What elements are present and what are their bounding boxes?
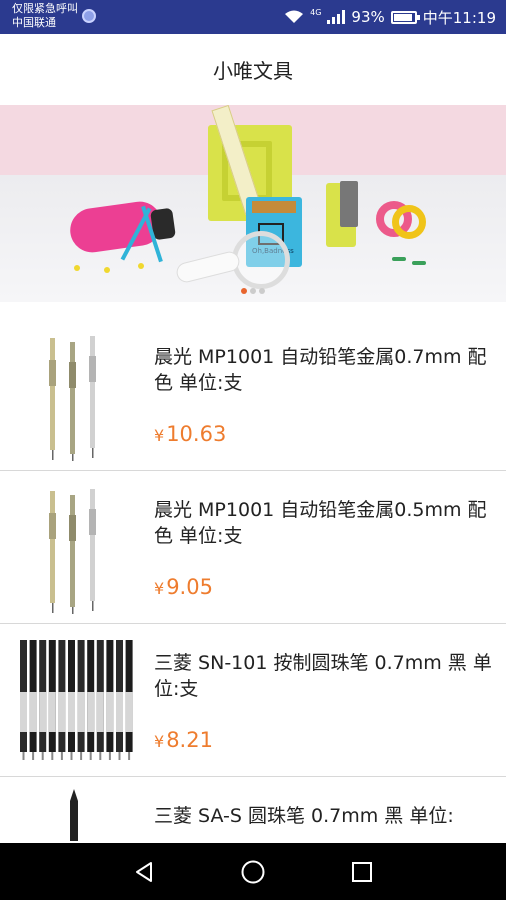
status-bar: 仅限紧急呼叫 中国联通 4G 93% 中午11:19: [0, 0, 506, 34]
app-header: 小唯文具: [0, 34, 506, 105]
product-price: ¥8.21: [154, 728, 213, 752]
product-name: 晨光 MP1001 自动铅笔金属0.5mm 配色 单位:支: [154, 499, 487, 547]
clock: 中午11:19: [422, 8, 496, 27]
battery-percent: 93%: [351, 8, 385, 26]
product-name: 晨光 MP1001 自动铅笔金属0.7mm 配色 单位:支: [154, 346, 487, 394]
home-button[interactable]: [238, 857, 268, 887]
carousel-indicator: [0, 288, 506, 294]
product-image-mechanical-pencils: [49, 336, 96, 461]
product-item[interactable]: 晨光 MP1001 自动铅笔金属0.5mm 配色 单位:支 ¥9.05: [0, 471, 506, 624]
recents-icon: [351, 861, 372, 882]
page-title: 小唯文具: [213, 59, 293, 83]
currency-symbol: ¥: [154, 732, 165, 751]
wifi-icon: [285, 10, 304, 23]
product-name: 三菱 SA-S 圆珠笔 0.7mm 黑 单位:: [154, 805, 454, 827]
product-image-mechanical-pencils: [49, 489, 96, 614]
currency-symbol: ¥: [154, 426, 165, 445]
carrier-line-2: 中国联通: [12, 16, 56, 29]
product-item[interactable]: 三菱 SN-101 按制圆珠笔 0.7mm 黑 单位:支 ¥8.21: [0, 624, 506, 777]
product-list: 晨光 MP1001 自动铅笔金属0.7mm 配色 单位:支 ¥10.63 晨光 …: [0, 318, 506, 900]
currency-symbol: ¥: [154, 579, 165, 598]
app-notification-icon: [82, 9, 96, 23]
back-icon: [136, 861, 153, 882]
price-value: 10.63: [166, 422, 227, 446]
banner-carousel[interactable]: Oh,Badness: [0, 105, 506, 302]
product-price: ¥9.05: [154, 575, 213, 599]
product-item[interactable]: 晨光 MP1001 自动铅笔金属0.7mm 配色 单位:支 ¥10.63: [0, 318, 506, 471]
battery-icon: [390, 10, 420, 24]
banner-magnifier: [232, 231, 290, 289]
signal-icon: [327, 10, 346, 24]
product-name: 三菱 SN-101 按制圆珠笔 0.7mm 黑 单位:支: [154, 652, 492, 700]
back-button[interactable]: [129, 857, 159, 887]
carousel-dot[interactable]: [250, 288, 256, 294]
carousel-dot[interactable]: [241, 288, 247, 294]
price-value: 8.21: [166, 728, 213, 752]
product-price: ¥10.63: [154, 422, 226, 446]
product-image-ballpoint-pens: [20, 640, 133, 760]
carousel-dot[interactable]: [259, 288, 265, 294]
carrier-line-1: 仅限紧急呼叫: [12, 2, 78, 15]
home-icon: [241, 860, 265, 883]
status-icons: 4G 93% 中午11:19: [284, 7, 496, 27]
network-type: 4G: [310, 7, 322, 17]
carrier-info: 仅限紧急呼叫 中国联通: [12, 2, 78, 30]
price-value: 9.05: [166, 575, 213, 599]
system-nav-bar: [0, 843, 506, 900]
banner-tape-yellow: [392, 205, 426, 239]
recents-button[interactable]: [347, 857, 377, 887]
